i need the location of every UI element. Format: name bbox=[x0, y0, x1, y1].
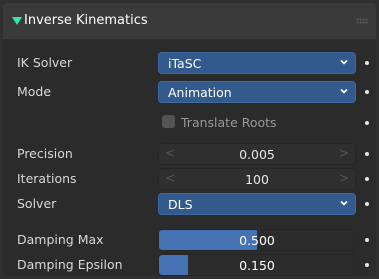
translate-roots-checkbox[interactable] bbox=[162, 115, 175, 128]
ik-solver-value: iTaSC bbox=[168, 56, 202, 71]
animate-property-dot[interactable] bbox=[365, 61, 369, 65]
damping-max-row: Damping Max 0.500 bbox=[3, 229, 376, 251]
animate-property-dot[interactable] bbox=[365, 202, 369, 206]
mode-row: Mode Animation bbox=[3, 81, 376, 103]
animate-property-dot[interactable] bbox=[365, 152, 369, 156]
precision-row: Precision < 0.005 > bbox=[3, 143, 376, 165]
damping-max-value: 0.500 bbox=[239, 233, 275, 248]
solver-value: DLS bbox=[168, 197, 193, 212]
chevron-down-icon bbox=[340, 88, 348, 94]
animate-property-dot[interactable] bbox=[365, 263, 369, 267]
ik-solver-label: IK Solver bbox=[17, 55, 73, 70]
solver-row: Solver DLS bbox=[3, 193, 376, 215]
precision-field[interactable]: < 0.005 > bbox=[158, 143, 356, 165]
animate-property-dot[interactable] bbox=[365, 238, 369, 242]
iterations-label: Iterations bbox=[17, 171, 77, 186]
animate-property-dot[interactable] bbox=[365, 121, 369, 125]
ik-solver-row: IK Solver iTaSC bbox=[3, 52, 376, 74]
drag-grip-icon[interactable] bbox=[356, 18, 368, 24]
damping-epsilon-label: Damping Epsilon bbox=[17, 257, 123, 272]
inverse-kinematics-panel: Inverse Kinematics IK Solver iTaSC Mode … bbox=[3, 3, 376, 276]
increment-arrow-icon[interactable]: > bbox=[339, 146, 349, 160]
translate-roots-row: Translate Roots bbox=[3, 112, 376, 134]
damping-max-slider[interactable]: 0.500 bbox=[158, 229, 356, 251]
mode-label: Mode bbox=[17, 84, 52, 99]
ik-solver-dropdown[interactable]: iTaSC bbox=[158, 52, 356, 74]
damping-epsilon-row: Damping Epsilon 0.150 bbox=[3, 254, 376, 276]
solver-dropdown[interactable]: DLS bbox=[158, 193, 356, 215]
expand-triangle-icon[interactable] bbox=[12, 17, 22, 25]
damping-epsilon-slider[interactable]: 0.150 bbox=[158, 254, 356, 276]
panel-title: Inverse Kinematics bbox=[24, 13, 148, 28]
mode-dropdown[interactable]: Animation bbox=[158, 81, 356, 103]
solver-label: Solver bbox=[17, 196, 57, 211]
chevron-down-icon bbox=[340, 200, 348, 206]
precision-value: 0.005 bbox=[239, 147, 275, 162]
mode-value: Animation bbox=[168, 85, 232, 100]
damping-epsilon-value: 0.150 bbox=[239, 258, 275, 273]
animate-property-dot[interactable] bbox=[365, 177, 369, 181]
increment-arrow-icon[interactable]: > bbox=[339, 171, 349, 185]
iterations-row: Iterations < 100 > bbox=[3, 168, 376, 190]
iterations-value: 100 bbox=[245, 172, 269, 187]
precision-label: Precision bbox=[17, 146, 73, 161]
damping-max-label: Damping Max bbox=[17, 232, 104, 247]
chevron-down-icon bbox=[340, 59, 348, 65]
translate-roots-label[interactable]: Translate Roots bbox=[181, 115, 277, 130]
iterations-field[interactable]: < 100 > bbox=[158, 168, 356, 190]
animate-property-dot[interactable] bbox=[365, 90, 369, 94]
panel-header[interactable]: Inverse Kinematics bbox=[3, 3, 376, 39]
